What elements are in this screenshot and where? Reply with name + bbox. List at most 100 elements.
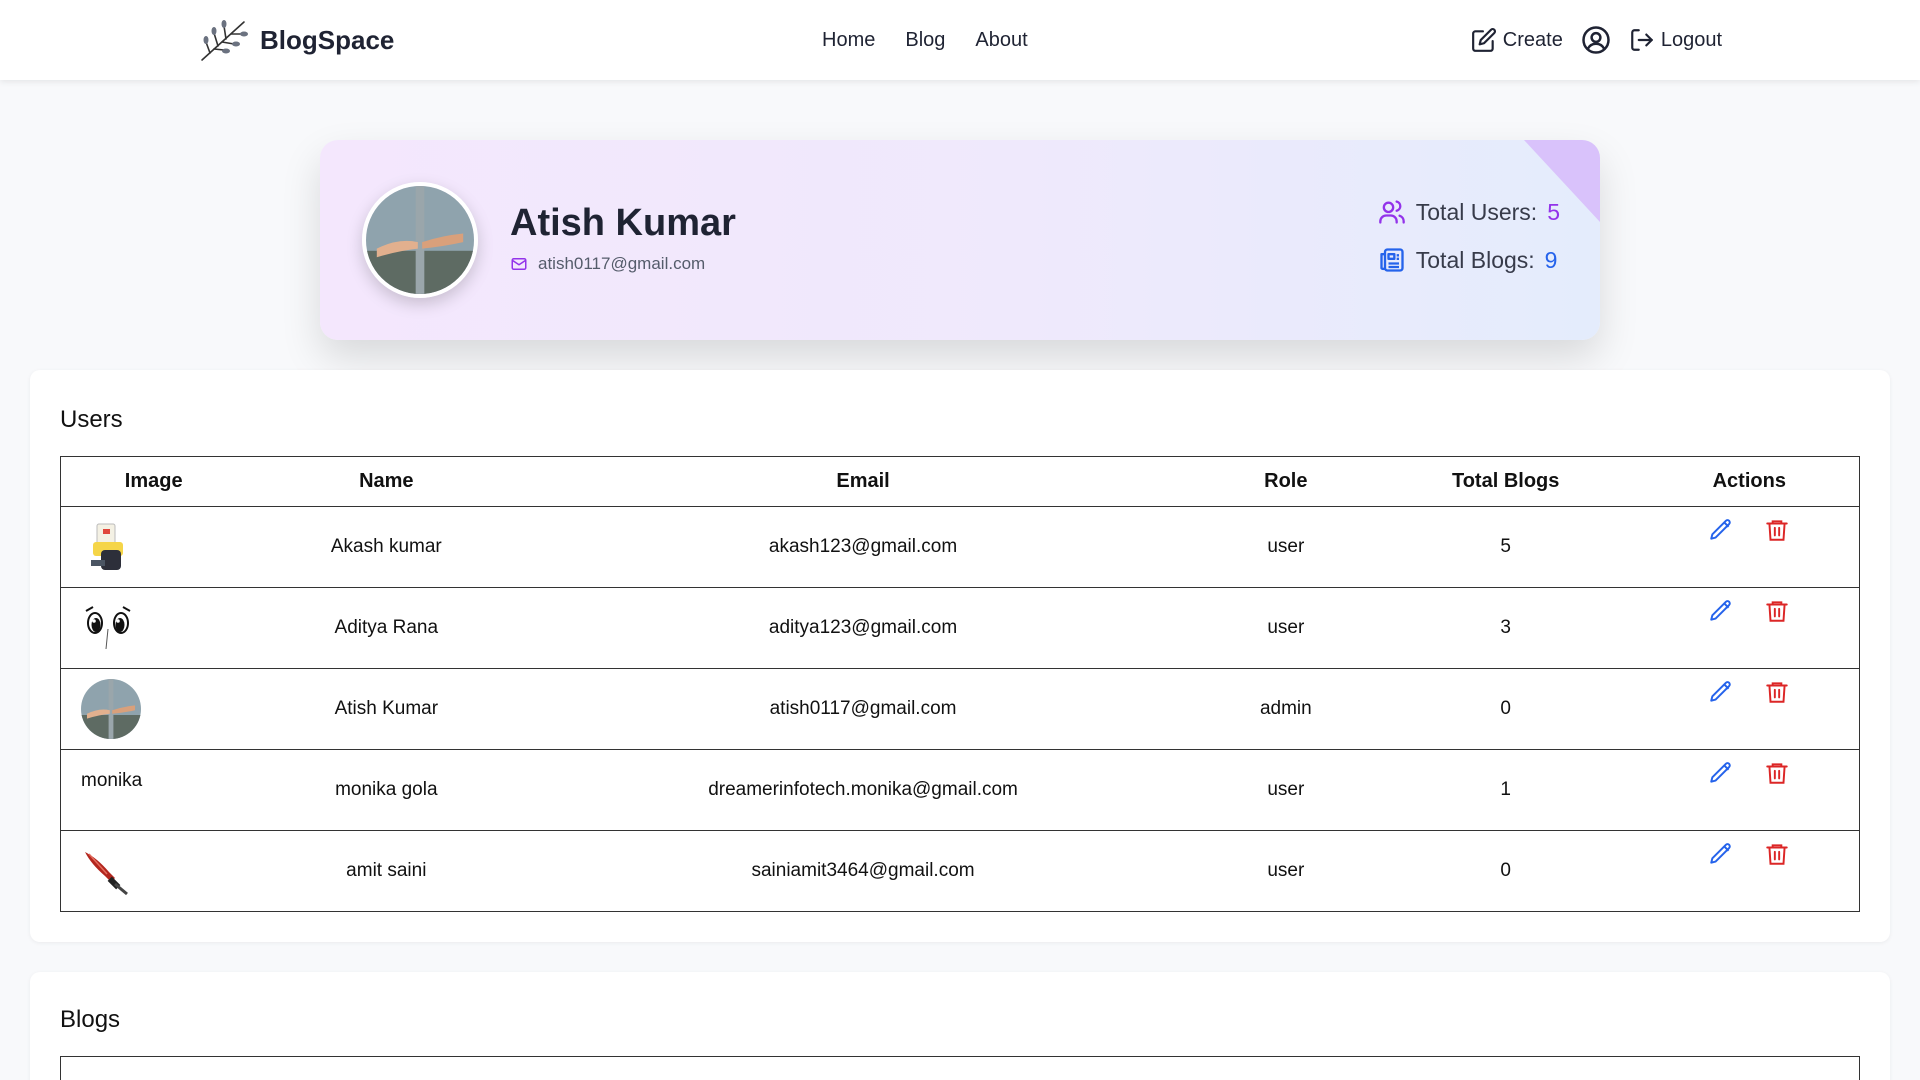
delete-user-button[interactable] — [1764, 517, 1790, 543]
user-actions — [1639, 830, 1860, 912]
profile-avatar — [362, 182, 478, 298]
user-circle-icon — [1582, 26, 1610, 54]
pencil-icon — [1710, 762, 1731, 783]
profile-name: Atish Kumar — [510, 202, 736, 244]
sword-icon — [85, 852, 128, 896]
pencil-icon — [1710, 843, 1731, 864]
create-button[interactable]: Create — [1471, 27, 1563, 53]
blogs-table-top-border — [60, 1056, 1860, 1080]
logout-button[interactable]: Logout — [1629, 27, 1722, 53]
anime-eyes-icon — [85, 606, 131, 650]
delete-user-button[interactable] — [1764, 841, 1790, 867]
user-name: Aditya Rana — [246, 587, 527, 669]
profile-stats: Total Users: 5 Total Blogs: 9 — [1378, 198, 1560, 274]
delete-user-button[interactable] — [1764, 598, 1790, 624]
users-icon — [1378, 200, 1405, 224]
user-total-blogs: 3 — [1371, 587, 1640, 669]
total-users-label: Total Users: — [1415, 198, 1538, 225]
pencil-icon — [1710, 681, 1731, 702]
user-image-cell — [60, 668, 247, 750]
profile-email-text: atish0117@gmail.com — [538, 254, 706, 273]
trash-icon — [1766, 601, 1789, 622]
total-users-stat: Total Users: 5 — [1378, 198, 1560, 226]
nav-about[interactable]: About — [975, 29, 1027, 52]
pencil-icon — [1710, 600, 1731, 621]
user-total-blogs: 0 — [1371, 668, 1640, 750]
nav-actions: Create Logout — [1471, 0, 1722, 80]
printer-icon — [91, 523, 123, 570]
user-name: monika gola — [246, 749, 527, 831]
trash-icon — [1766, 520, 1789, 541]
delete-user-button[interactable] — [1764, 679, 1790, 705]
user-email: akash123@gmail.com — [526, 506, 1200, 588]
delete-user-button[interactable] — [1764, 760, 1790, 786]
edit-user-button[interactable] — [1708, 517, 1734, 543]
willow-branch-icon — [201, 20, 248, 61]
user-actions — [1639, 506, 1860, 588]
handshake-photo — [81, 679, 141, 739]
user-name: amit saini — [246, 830, 527, 912]
col-actions: Actions — [1639, 456, 1860, 507]
user-name: Atish Kumar — [246, 668, 527, 750]
col-image: Image — [60, 456, 247, 507]
user-total-blogs: 0 — [1371, 830, 1640, 912]
table-row: monika monika gola dreamerinfotech.monik… — [60, 749, 1860, 831]
total-users-value: 5 — [1547, 198, 1560, 225]
table-row: Akash kumar akash123@gmail.com user 5 — [60, 506, 1860, 588]
user-avatar — [81, 679, 141, 739]
edit-user-button[interactable] — [1708, 760, 1734, 786]
user-email: atish0117@gmail.com — [526, 668, 1200, 750]
user-actions — [1639, 587, 1860, 669]
table-row: Atish Kumar atish0117@gmail.com admin 0 — [60, 668, 1860, 750]
user-actions — [1639, 668, 1860, 750]
main-nav: Home Blog About — [822, 0, 1028, 80]
col-role: Role — [1199, 456, 1372, 507]
edit-user-button[interactable] — [1708, 679, 1734, 705]
user-role: user — [1199, 749, 1372, 831]
users-title: Users — [60, 406, 123, 433]
col-name: Name — [246, 456, 527, 507]
col-total-blogs: Total Blogs — [1371, 456, 1640, 507]
handshake-photo — [366, 186, 474, 294]
blogs-section: Blogs — [30, 972, 1890, 1080]
user-image-cell — [60, 830, 247, 912]
table-row: Aditya Rana aditya123@gmail.com user 3 — [60, 587, 1860, 669]
edit-user-button[interactable] — [1708, 841, 1734, 867]
user-total-blogs: 5 — [1371, 506, 1640, 588]
profile-button[interactable] — [1581, 25, 1611, 55]
user-email: sainiamit3464@gmail.com — [526, 830, 1200, 912]
mail-icon — [511, 258, 527, 270]
user-actions — [1639, 749, 1860, 831]
blogs-title: Blogs — [60, 1006, 121, 1033]
brand-name: BlogSpace — [260, 24, 395, 55]
user-email: dreamerinfotech.monika@gmail.com — [526, 749, 1200, 831]
total-blogs-stat: Total Blogs: 9 — [1378, 246, 1560, 274]
user-image-cell — [60, 506, 247, 588]
users-section: Users Image Name Email Role Total Blogs … — [30, 370, 1890, 942]
newspaper-icon — [1380, 248, 1404, 272]
logout-icon — [1630, 29, 1653, 51]
nav-blog[interactable]: Blog — [905, 29, 945, 52]
users-table-header: Image Name Email Role Total Blogs Action… — [60, 456, 1860, 507]
col-email: Email — [526, 456, 1200, 507]
profile-email: atish0117@gmail.com — [510, 254, 705, 274]
edit-square-icon — [1471, 28, 1496, 52]
navbar: BlogSpace Home Blog About Create Logout — [0, 0, 1920, 80]
user-image-cell — [60, 587, 247, 669]
user-email: aditya123@gmail.com — [526, 587, 1200, 669]
total-blogs-value: 9 — [1544, 246, 1558, 273]
profile-card: Atish Kumar atish0117@gmail.com Total Us… — [320, 140, 1600, 340]
logout-label: Logout — [1660, 28, 1722, 51]
user-role: admin — [1199, 668, 1372, 750]
pencil-icon — [1710, 519, 1731, 540]
brand-logo-link[interactable]: BlogSpace — [198, 16, 394, 64]
trash-icon — [1766, 763, 1789, 784]
trash-icon — [1766, 844, 1789, 865]
edit-user-button[interactable] — [1708, 598, 1734, 624]
user-role: user — [1199, 830, 1372, 912]
user-role: user — [1199, 506, 1372, 588]
users-table: Image Name Email Role Total Blogs Action… — [60, 456, 1860, 912]
table-row: amit saini sainiamit3464@gmail.com user … — [60, 830, 1860, 912]
user-total-blogs: 1 — [1371, 749, 1640, 831]
nav-home[interactable]: Home — [822, 29, 875, 52]
